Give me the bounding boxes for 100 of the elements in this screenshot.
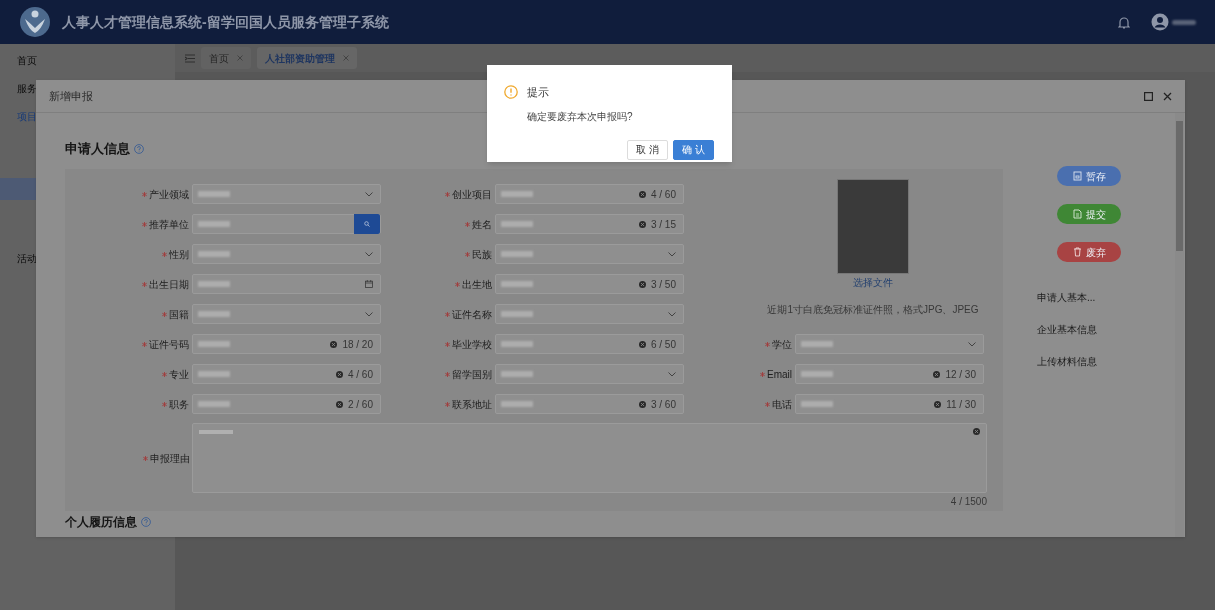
section-title: 申请人信息	[65, 140, 130, 159]
dialog-title: 新增申报	[49, 88, 93, 104]
select-field[interactable]	[495, 364, 684, 384]
help-icon[interactable]	[134, 144, 144, 154]
clear-icon[interactable]	[335, 400, 343, 408]
blurred-value	[501, 401, 533, 407]
menu-icon[interactable]	[185, 53, 195, 63]
blurred-value	[501, 341, 533, 347]
calendar-icon[interactable]	[365, 280, 373, 288]
chevron-down-icon	[668, 311, 676, 317]
sidebar-item[interactable]: 活动	[17, 250, 37, 266]
chevron-down-icon	[365, 311, 373, 317]
warning-icon	[504, 85, 518, 100]
confirm-title: 提示	[527, 85, 549, 100]
field-label: 毕业学校	[452, 337, 492, 352]
avatar-icon[interactable]	[1151, 13, 1169, 31]
anchor-link[interactable]: 申请人基本...	[1037, 290, 1096, 305]
clear-icon[interactable]	[335, 370, 343, 378]
char-counter: 11 / 30	[946, 397, 976, 412]
clear-icon[interactable]	[973, 428, 980, 435]
input-field[interactable]: 3 / 60	[495, 394, 684, 414]
char-counter: 4 / 60	[650, 187, 676, 202]
field-label: Email	[767, 367, 792, 382]
input-field[interactable]: 2 / 60	[192, 394, 381, 414]
sidebar-item[interactable]: 首页	[17, 52, 37, 68]
char-counter: 6 / 50	[650, 337, 676, 352]
select-field[interactable]	[192, 184, 381, 204]
anchor-link[interactable]: 企业基本信息	[1037, 322, 1097, 337]
action-button[interactable]: 废弃	[1057, 242, 1121, 262]
field-label: 出生地	[462, 277, 492, 292]
input-field[interactable]: 6 / 50	[495, 334, 684, 354]
cancel-button[interactable]: 取 消	[627, 139, 669, 160]
blurred-value	[198, 281, 230, 287]
chevron-down-icon	[668, 251, 676, 257]
section-title: 个人履历信息	[65, 514, 137, 531]
scrollbar[interactable]	[1175, 113, 1184, 537]
date-field[interactable]	[192, 274, 381, 294]
select-field[interactable]	[192, 244, 381, 264]
field-label: 创业项目	[452, 187, 492, 202]
blurred-username	[1172, 19, 1196, 25]
document-icon	[1072, 209, 1082, 219]
bell-icon[interactable]	[1118, 15, 1130, 29]
help-icon[interactable]	[141, 517, 151, 527]
input-field[interactable]: 4 / 60	[192, 364, 381, 384]
blurred-value	[801, 371, 833, 377]
field-label: 证件名称	[452, 307, 492, 322]
input-field[interactable]: 3 / 50	[495, 274, 684, 294]
select-field[interactable]	[192, 304, 381, 324]
field-label: 国籍	[169, 307, 189, 322]
blurred-value	[198, 401, 230, 407]
clear-icon[interactable]	[933, 370, 941, 378]
blurred-value	[198, 251, 230, 257]
action-button[interactable]: 暂存	[1057, 166, 1121, 186]
maximize-icon[interactable]	[1144, 91, 1153, 101]
char-counter: 18 / 20	[342, 337, 373, 352]
anchor-link[interactable]: 上传材料信息	[1037, 354, 1097, 369]
search-button[interactable]	[354, 214, 380, 234]
field-label: 姓名	[472, 217, 492, 232]
confirm-message: 确定要废弃本次申报吗?	[527, 110, 633, 122]
action-button[interactable]: 提交	[1057, 204, 1121, 224]
input-field[interactable]: 12 / 30	[795, 364, 984, 384]
photo-hint: 近期1寸白底免冠标准证件照，格式JPG、JPEG	[767, 303, 979, 317]
blurred-value	[501, 191, 533, 197]
clear-icon[interactable]	[638, 280, 646, 288]
input-field[interactable]: 3 / 15	[495, 214, 684, 234]
clear-icon[interactable]	[330, 340, 338, 348]
input-field[interactable]: 11 / 30	[795, 394, 984, 414]
blurred-value	[198, 371, 230, 377]
clear-icon[interactable]	[638, 340, 646, 348]
clear-icon[interactable]	[638, 190, 646, 198]
close-icon[interactable]	[1163, 91, 1172, 101]
select-field[interactable]	[495, 244, 684, 264]
chevron-down-icon	[968, 341, 976, 347]
field-label: 证件号码	[149, 337, 189, 352]
clear-icon[interactable]	[638, 400, 646, 408]
field-label: 职务	[169, 397, 189, 412]
choose-file-link[interactable]: 选择文件	[853, 275, 893, 290]
sidebar-item[interactable]: 服务	[17, 80, 37, 96]
input-field[interactable]: 4 / 60	[495, 184, 684, 204]
field-label: 学位	[772, 337, 792, 352]
trash-icon	[1072, 247, 1082, 257]
char-counter: 12 / 30	[945, 367, 976, 382]
chevron-down-icon	[365, 191, 373, 197]
select-field[interactable]	[495, 304, 684, 324]
input-field[interactable]	[192, 214, 381, 234]
input-field[interactable]: 18 / 20	[192, 334, 381, 354]
blurred-value	[501, 311, 533, 317]
clear-icon[interactable]	[934, 400, 942, 408]
blurred-value	[501, 251, 533, 257]
scrollbar-thumb[interactable]	[1176, 121, 1183, 251]
confirm-button[interactable]: 确 认	[673, 139, 714, 160]
char-counter: 3 / 15	[650, 217, 676, 232]
chevron-down-icon	[668, 371, 676, 377]
save-icon	[1072, 171, 1082, 181]
selected-row-highlight	[0, 178, 36, 200]
field-label: 性别	[169, 247, 189, 262]
blurred-value	[801, 401, 833, 407]
tab[interactable]: 人社部资助管理	[257, 47, 357, 69]
select-field[interactable]	[795, 334, 984, 354]
clear-icon[interactable]	[638, 220, 646, 228]
